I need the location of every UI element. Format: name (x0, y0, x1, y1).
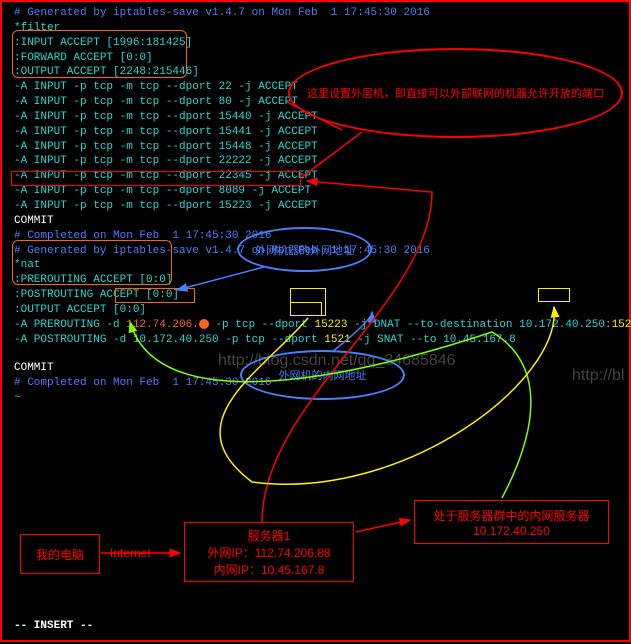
rule-line: -A INPUT -p tcp -m tcp --dport 22222 -j … (2, 154, 629, 169)
annotation-lan-address: 外网机的内网地址 (240, 350, 405, 400)
my-computer-box: 我的电脑 (20, 534, 100, 574)
rule-line: -A INPUT -p tcp -m tcp --dport 15448 -j … (2, 140, 629, 155)
prerouting-rule: -A PREROUTING -d 112.74.206. -p tcp --dp… (2, 318, 629, 333)
annotation-wan-address: 外网机器的外网地址 (237, 227, 372, 272)
annotation-bubble-red: 这里设置外层机，即直接可以外部联网的机器允许开放的端口 (288, 48, 623, 138)
insert-mode: -- INSERT -- (14, 620, 93, 632)
rule-line: -A INPUT -p tcp -m tcp --dport 8089 -j A… (2, 184, 629, 199)
lan-target: 10.172.40.250 (133, 334, 219, 346)
internet-label: Internet (110, 546, 151, 560)
internal-server-box: 处于服务器群中的内网服务器 10.172.40.250 (414, 500, 609, 544)
annotation-text: 这里设置外层机，即直接可以外部联网的机器允许开放的端口 (307, 85, 604, 101)
internal-server-ip: 10.172.40.250 (473, 524, 550, 538)
filter-highlight-box (12, 30, 187, 78)
wan-ip: 112.74.206. (126, 319, 199, 331)
postrouting-rule: -A POSTROUTING -d 10.172.40.250 -p tcp -… (2, 333, 629, 348)
my-computer-label: 我的电脑 (36, 546, 84, 563)
dest-ip: 10.172.40.250 (519, 319, 605, 331)
nat-highlight-box (12, 240, 172, 285)
port-1521-box-a (538, 288, 570, 302)
annotation-text: 外网机器的外网地址 (255, 242, 354, 258)
censor-dot (199, 319, 209, 329)
watermark: http://bl (572, 367, 624, 385)
port-15223-highlight (11, 171, 301, 186)
server1-wan: 外网IP：112.74.206.88 (207, 544, 330, 561)
port-1521-box-b (290, 302, 322, 316)
server1-title: 服务器1 (248, 527, 291, 544)
rule-line: -A INPUT -p tcp -m tcp --dport 15223 -j … (2, 199, 629, 214)
dport: 15223 (314, 319, 347, 331)
snat-to: 10.45.167.8 (443, 334, 516, 346)
annotation-text: 外网机的内网地址 (279, 367, 367, 383)
internal-server-title: 处于服务器群中的内网服务器 (433, 507, 589, 524)
server1-box: 服务器1 外网IP：112.74.206.88 内网IP：10.45.167.8 (184, 522, 354, 582)
wan-ip-box (115, 288, 195, 303)
dest-port: 1521 (612, 319, 631, 331)
comment-line: # Generated by iptables-save v1.4.7 on M… (2, 6, 629, 21)
dport2: 1521 (324, 334, 350, 346)
server1-lan: 内网IP：10.45.167.8 (214, 561, 325, 578)
